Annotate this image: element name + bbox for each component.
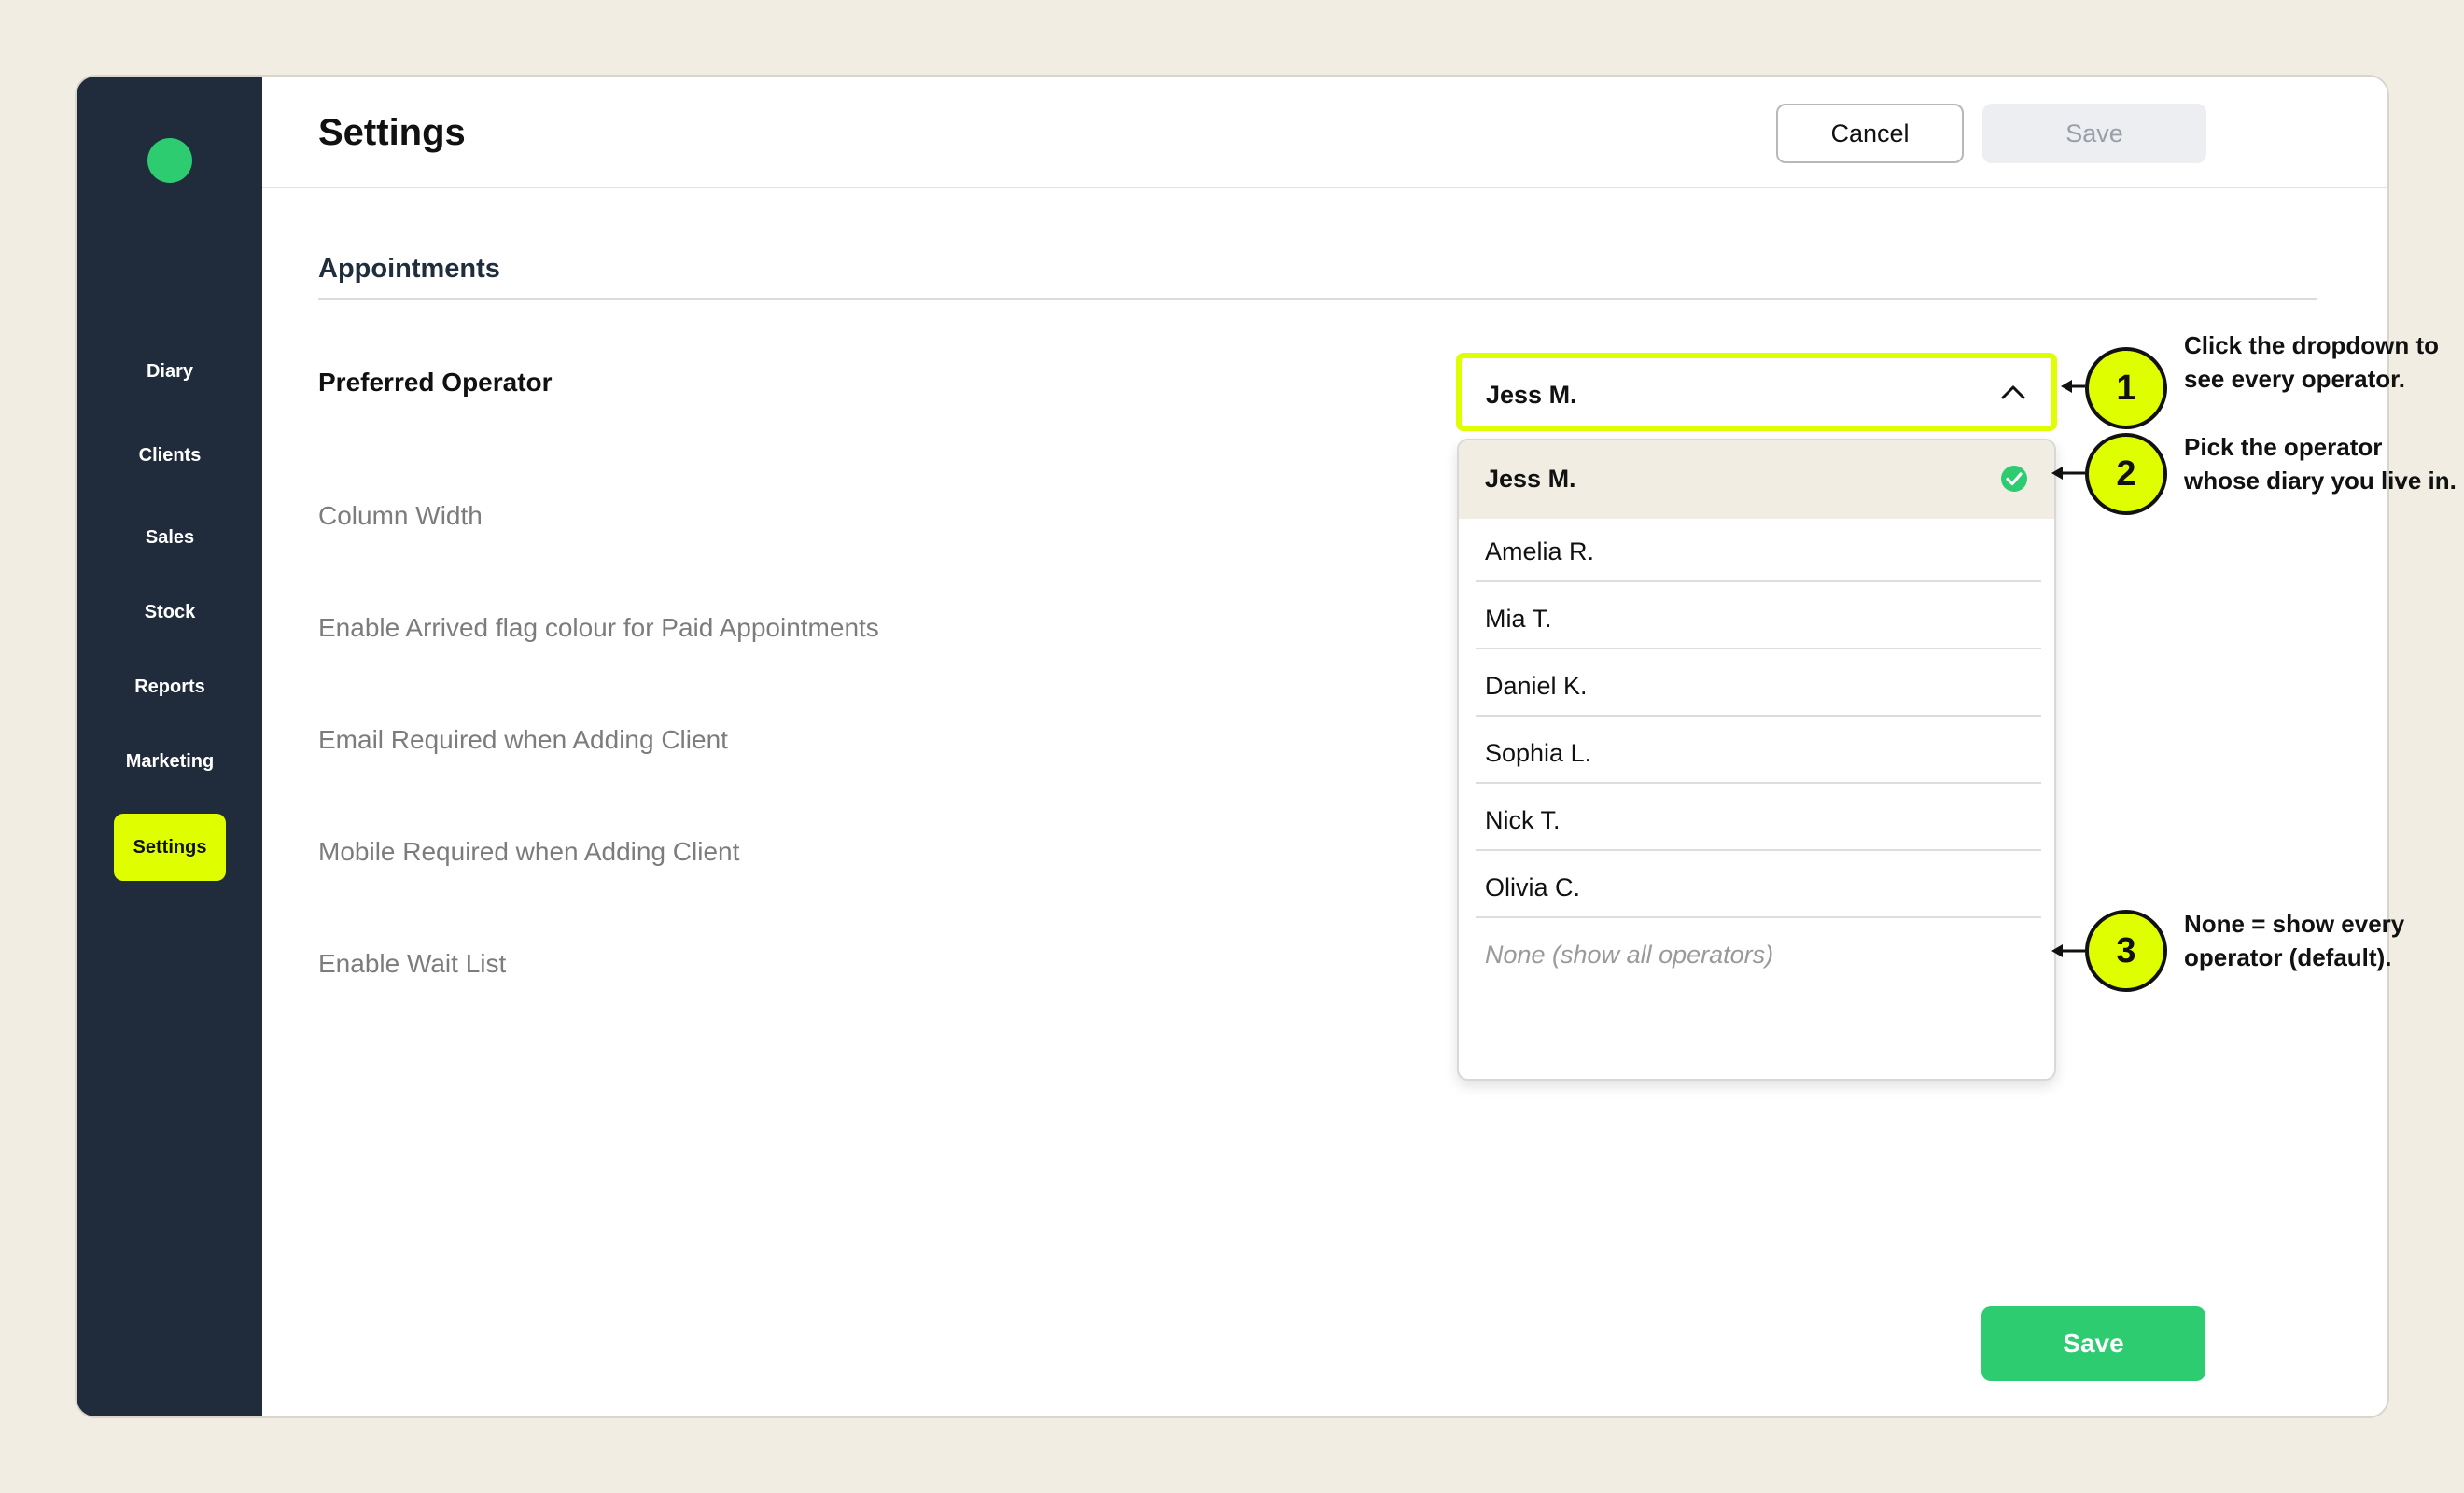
callout-note-line: Pick the operator bbox=[2184, 433, 2383, 461]
section-divider bbox=[318, 298, 2317, 300]
setting-label-email-required: Email Required when Adding Client bbox=[318, 725, 728, 754]
section-title: Appointments bbox=[318, 254, 500, 284]
option-divider bbox=[1476, 782, 2041, 784]
setting-label-preferred-operator: Preferred Operator bbox=[318, 368, 553, 397]
arrow-left-icon bbox=[2051, 467, 2085, 480]
option-daniel-k[interactable]: Daniel K. bbox=[1485, 672, 1588, 701]
sidebar-item-diary[interactable]: Diary bbox=[114, 338, 226, 405]
operator-dropdown-menu: Jess M. Amelia R. Mia T. Daniel K. Sophi… bbox=[1457, 439, 2056, 1081]
check-circle-icon bbox=[2001, 466, 2027, 492]
save-button[interactable]: Save bbox=[1981, 1306, 2205, 1381]
callout-note-1: Click the dropdown to see every operator… bbox=[2184, 328, 2464, 396]
sidebar-item-settings[interactable]: Settings bbox=[114, 814, 226, 881]
app-window: Diary Clients Sales Stock Reports Market… bbox=[75, 75, 2389, 1418]
cancel-button[interactable]: Cancel bbox=[1776, 104, 1964, 163]
option-nick-t[interactable]: Nick T. bbox=[1485, 806, 1561, 835]
setting-label-arrived-flag: Enable Arrived flag colour for Paid Appo… bbox=[318, 613, 879, 642]
arrow-left-icon bbox=[2051, 944, 2085, 957]
setting-label-wait-list: Enable Wait List bbox=[318, 949, 507, 978]
option-amelia-r[interactable]: Amelia R. bbox=[1485, 537, 1594, 566]
callout-note-line: see every operator. bbox=[2184, 365, 2406, 393]
option-jess-m[interactable]: Jess M. bbox=[1485, 465, 1576, 494]
sidebar-item-clients[interactable]: Clients bbox=[114, 422, 226, 489]
option-olivia-c[interactable]: Olivia C. bbox=[1485, 873, 1580, 902]
callout-1: 1 bbox=[2085, 347, 2167, 429]
callout-note-line: whose diary you live in. bbox=[2184, 467, 2457, 495]
page-title: Settings bbox=[318, 112, 466, 153]
callout-3: 3 bbox=[2085, 910, 2167, 992]
save-button-disabled[interactable]: Save bbox=[1982, 104, 2206, 163]
select-value: Jess M. bbox=[1486, 381, 1577, 409]
sidebar-item-sales[interactable]: Sales bbox=[114, 504, 226, 571]
setting-label-column-width: Column Width bbox=[318, 501, 483, 530]
callout-note-line: Click the dropdown to bbox=[2184, 331, 2439, 359]
chevron-up-icon bbox=[2001, 385, 2025, 399]
callout-note-line: None = show every bbox=[2184, 910, 2405, 938]
sidebar-item-marketing[interactable]: Marketing bbox=[114, 728, 226, 795]
option-divider bbox=[1476, 715, 2041, 717]
callout-2: 2 bbox=[2085, 433, 2167, 515]
option-divider bbox=[1476, 916, 2041, 918]
setting-label-mobile-required: Mobile Required when Adding Client bbox=[318, 837, 740, 866]
option-sophia-l[interactable]: Sophia L. bbox=[1485, 739, 1591, 768]
callout-note-2: Pick the operator whose diary you live i… bbox=[2184, 430, 2464, 497]
logo bbox=[147, 138, 192, 183]
option-divider bbox=[1476, 580, 2041, 582]
callout-note-line: operator (default). bbox=[2184, 943, 2392, 971]
option-divider bbox=[1476, 849, 2041, 851]
sidebar: Diary Clients Sales Stock Reports Market… bbox=[77, 77, 262, 1416]
arrow-left-icon bbox=[2061, 380, 2085, 393]
option-mia-t[interactable]: Mia T. bbox=[1485, 605, 1552, 634]
sidebar-item-stock[interactable]: Stock bbox=[114, 579, 226, 646]
callout-note-3: None = show every operator (default). bbox=[2184, 907, 2464, 974]
preferred-operator-select[interactable]: Jess M. bbox=[1456, 353, 2057, 431]
sidebar-item-reports[interactable]: Reports bbox=[114, 653, 226, 720]
option-none[interactable]: None (show all operators) bbox=[1485, 941, 1773, 970]
option-divider bbox=[1476, 648, 2041, 649]
